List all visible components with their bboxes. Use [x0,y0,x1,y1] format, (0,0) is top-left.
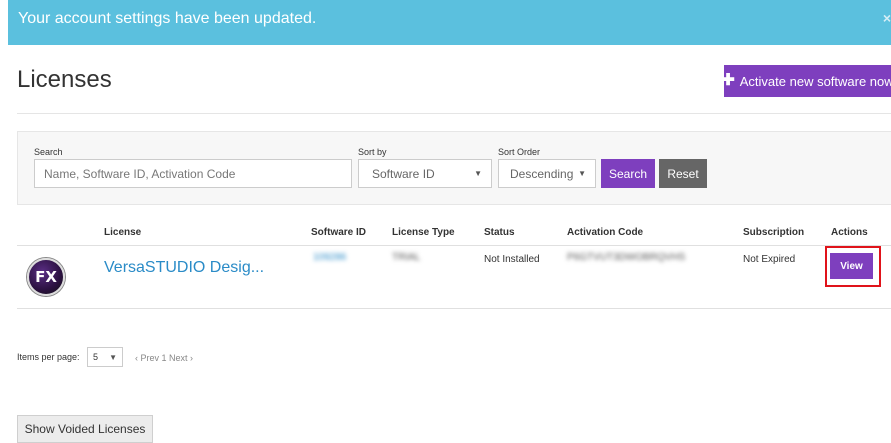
column-header-status: Status [484,227,515,238]
reset-button[interactable]: Reset [659,159,707,188]
items-per-page-select[interactable]: 5 ▼ [87,347,123,367]
page-title: Licenses [17,66,112,93]
activate-button-label: Activate new software now [739,73,891,89]
chevron-down-icon: ▼ [578,169,586,178]
show-voided-licenses-button[interactable]: Show Voided Licenses [17,415,153,443]
view-button[interactable]: View [830,253,873,279]
header-divider [17,113,891,114]
software-id-link[interactable]: 109286 [313,252,346,263]
sort-order-value: Descending [510,166,574,181]
filter-panel: Search Name, Software ID, Activation Cod… [17,131,891,205]
column-header-subscription: Subscription [743,227,805,238]
plus-icon: ✚ [721,72,735,89]
product-logo: FX [27,258,65,296]
column-header-software-id: Software ID [311,227,367,238]
items-per-page-label: Items per page: [17,352,80,362]
column-header-license: License [104,227,142,238]
column-header-actions: Actions [831,227,868,238]
items-per-page-value: 5 [93,352,99,362]
sort-order-label: Sort Order [498,147,541,157]
pagination-nav[interactable]: ‹ Prev 1 Next › [135,353,193,363]
chevron-down-icon: ▼ [109,352,117,362]
sort-by-label: Sort by [358,147,387,157]
activation-code-cell: P6GTVUT3DWOBRQVHS [567,252,686,263]
sort-order-select[interactable]: Descending ▼ [498,159,596,188]
chevron-down-icon: ▼ [474,169,482,178]
close-icon[interactable]: × [883,10,891,26]
search-placeholder: Name, Software ID, Activation Code [44,166,236,181]
sort-by-select[interactable]: Software ID ▼ [358,159,492,188]
success-alert: Your account settings have been updated.… [8,0,891,45]
sort-by-value: Software ID [372,166,435,181]
search-label: Search [34,147,63,157]
search-button[interactable]: Search [601,159,655,188]
activate-software-button[interactable]: ✚ Activate new software now [721,65,891,97]
table-header-divider [17,245,891,246]
license-type-cell: TRIAL [392,252,421,263]
status-cell: Not Installed [484,254,540,265]
alert-message: Your account settings have been updated. [18,10,317,27]
search-input[interactable]: Name, Software ID, Activation Code [34,159,352,188]
subscription-cell: Not Expired [743,254,796,265]
license-name-link[interactable]: VersaSTUDIO Desig... [104,259,264,277]
column-header-activation-code: Activation Code [567,227,644,238]
table-row-divider [17,308,891,309]
column-header-license-type: License Type [392,227,455,238]
